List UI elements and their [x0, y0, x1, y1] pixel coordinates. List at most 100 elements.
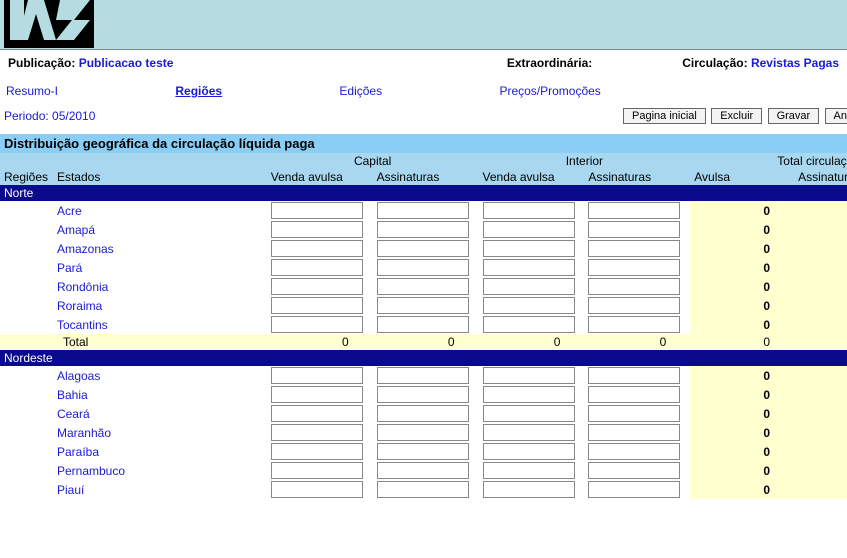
value-input[interactable]	[483, 259, 575, 276]
table-row: Pernambuco 0	[0, 461, 847, 480]
value-input[interactable]	[271, 481, 363, 498]
value-input[interactable]	[483, 202, 575, 219]
value-input[interactable]	[271, 202, 363, 219]
value-input[interactable]	[377, 386, 469, 403]
value-input[interactable]	[271, 278, 363, 295]
table-row: Maranhão0	[0, 423, 847, 442]
value-input[interactable]	[483, 297, 575, 314]
value-input[interactable]	[271, 316, 363, 333]
tab-resumo[interactable]: Resumo-I	[4, 84, 60, 98]
value-input[interactable]	[377, 462, 469, 479]
value-input[interactable]	[588, 259, 680, 276]
value-input[interactable]	[377, 259, 469, 276]
value-input[interactable]	[271, 386, 363, 403]
state-link[interactable]: Ceará	[57, 407, 90, 421]
row-total-avulsa: 0	[690, 461, 794, 480]
value-input[interactable]	[588, 462, 680, 479]
value-input[interactable]	[483, 278, 575, 295]
value-input[interactable]	[483, 316, 575, 333]
value-input[interactable]	[483, 240, 575, 257]
excluir-button[interactable]: Excluir	[711, 108, 762, 124]
table-row: Rondônia 0	[0, 277, 847, 296]
value-input[interactable]	[271, 462, 363, 479]
an-button[interactable]: An	[825, 108, 847, 124]
table-row: Tocantins0	[0, 315, 847, 334]
value-input[interactable]	[377, 424, 469, 441]
value-input[interactable]	[271, 297, 363, 314]
value-input[interactable]	[588, 240, 680, 257]
value-input[interactable]	[377, 316, 469, 333]
value-input[interactable]	[377, 202, 469, 219]
col-int-venda: Venda avulsa	[479, 169, 585, 185]
total-value: 0	[479, 334, 585, 350]
state-link[interactable]: Pernambuco	[57, 464, 125, 478]
row-total-avulsa: 0	[690, 277, 794, 296]
row-total-avulsa: 0	[690, 296, 794, 315]
value-input[interactable]	[588, 481, 680, 498]
tab-row: Resumo-I Regiões Edições Preços/Promoçõe…	[0, 78, 847, 104]
value-input[interactable]	[483, 424, 575, 441]
value-input[interactable]	[588, 424, 680, 441]
value-input[interactable]	[377, 481, 469, 498]
value-input[interactable]	[483, 462, 575, 479]
value-input[interactable]	[271, 240, 363, 257]
value-input[interactable]	[483, 481, 575, 498]
value-input[interactable]	[271, 405, 363, 422]
value-input[interactable]	[588, 386, 680, 403]
value-input[interactable]	[588, 443, 680, 460]
value-input[interactable]	[588, 367, 680, 384]
value-input[interactable]	[271, 424, 363, 441]
value-input[interactable]	[377, 221, 469, 238]
state-link[interactable]: Paraíba	[57, 445, 99, 459]
gravar-button[interactable]: Gravar	[768, 108, 820, 124]
value-input[interactable]	[588, 221, 680, 238]
value-input[interactable]	[377, 297, 469, 314]
tab-regioes[interactable]: Regiões	[173, 84, 224, 98]
value-input[interactable]	[483, 221, 575, 238]
circulacao-link[interactable]: Revistas Pagas	[751, 56, 839, 70]
region-row: Nordeste	[0, 350, 847, 366]
value-input[interactable]	[483, 443, 575, 460]
home-button[interactable]: Pagina inicial	[623, 108, 706, 124]
state-link[interactable]: Piauí	[57, 483, 84, 497]
state-link[interactable]: Amapá	[57, 223, 95, 237]
value-input[interactable]	[483, 405, 575, 422]
row-total-assin	[794, 385, 847, 404]
value-input[interactable]	[483, 367, 575, 384]
row-total-assin	[794, 461, 847, 480]
total-label: Total	[53, 334, 267, 350]
state-link[interactable]: Roraima	[57, 299, 102, 313]
publicacao-link[interactable]: Publicacao teste	[79, 56, 174, 70]
value-input[interactable]	[483, 386, 575, 403]
value-input[interactable]	[377, 367, 469, 384]
value-input[interactable]	[588, 405, 680, 422]
row-total-assin	[794, 220, 847, 239]
row-total-assin	[794, 277, 847, 296]
state-link[interactable]: Tocantins	[57, 318, 108, 332]
state-link[interactable]: Acre	[57, 204, 82, 218]
value-input[interactable]	[377, 240, 469, 257]
value-input[interactable]	[271, 259, 363, 276]
value-input[interactable]	[271, 443, 363, 460]
value-input[interactable]	[588, 202, 680, 219]
total-assin	[794, 334, 847, 350]
state-link[interactable]: Maranhão	[57, 426, 111, 440]
state-link[interactable]: Bahia	[57, 388, 88, 402]
state-link[interactable]: Pará	[57, 261, 82, 275]
state-link[interactable]: Alagoas	[57, 369, 100, 383]
value-input[interactable]	[588, 297, 680, 314]
state-link[interactable]: Amazonas	[57, 242, 114, 256]
state-link[interactable]: Rondônia	[57, 280, 108, 294]
value-input[interactable]	[377, 443, 469, 460]
value-input[interactable]	[271, 221, 363, 238]
row-total-avulsa: 0	[690, 220, 794, 239]
value-input[interactable]	[377, 278, 469, 295]
value-input[interactable]	[377, 405, 469, 422]
tab-precos[interactable]: Preços/Promoções	[497, 84, 602, 98]
tab-edicoes[interactable]: Edições	[337, 84, 384, 98]
value-input[interactable]	[588, 278, 680, 295]
table-row: Amazonas0	[0, 239, 847, 258]
value-input[interactable]	[271, 367, 363, 384]
data-grid: Capital Interior Total circulação Regiõe…	[0, 153, 847, 499]
value-input[interactable]	[588, 316, 680, 333]
